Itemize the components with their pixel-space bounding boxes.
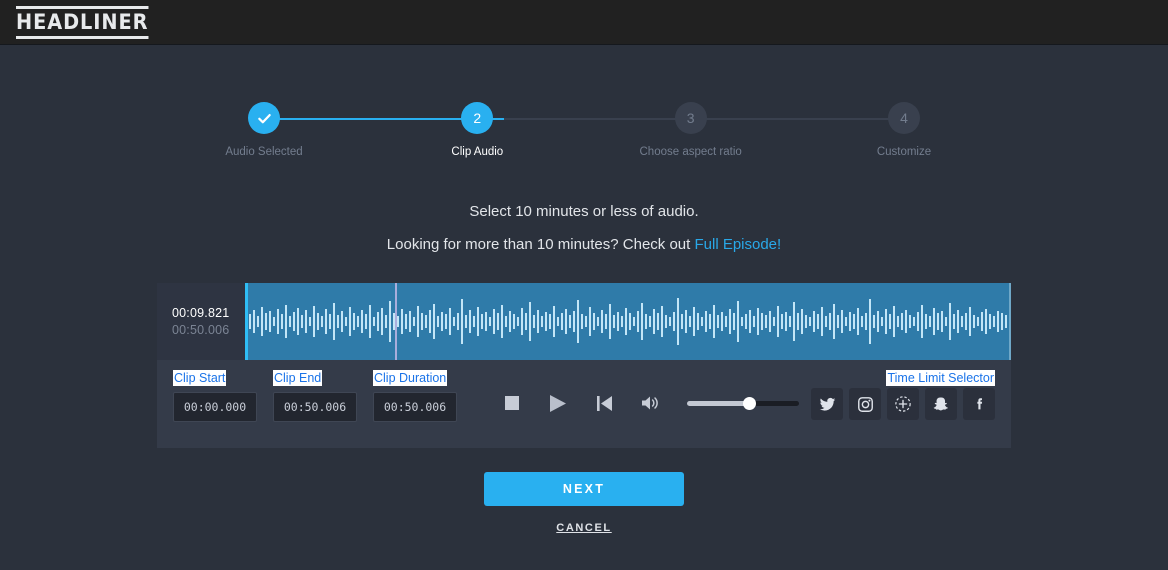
- step-choose-aspect-ratio[interactable]: 3 Choose aspect ratio: [631, 97, 751, 167]
- instructions: Select 10 minutes or less of audio. Look…: [0, 203, 1168, 253]
- volume-slider[interactable]: [687, 396, 799, 410]
- clip-end-input[interactable]: 00:50.006: [273, 392, 357, 422]
- step-4-label: Customize: [876, 146, 932, 158]
- time-limit-twitter-button[interactable]: [811, 388, 843, 420]
- step-2-label: Clip Audio: [451, 146, 504, 158]
- time-limit-snapchat-button[interactable]: [925, 388, 957, 420]
- clip-duration-label: Clip Duration: [373, 370, 448, 386]
- time-limit-custom-button[interactable]: [887, 388, 919, 420]
- editor-controls: Clip Start Clip End Clip Duration Time L…: [157, 360, 1011, 448]
- snapchat-icon: [933, 397, 948, 410]
- step-1-marker: [248, 102, 280, 134]
- check-icon: [257, 113, 271, 123]
- play-icon: [550, 394, 566, 412]
- progress-stepper: Audio Selected 2 Clip Audio 3 Choose asp…: [204, 97, 964, 167]
- facebook-icon: [976, 397, 982, 409]
- custom-duration-icon: [895, 396, 911, 412]
- step-4-marker: 4: [887, 102, 920, 134]
- instruction-primary: Select 10 minutes or less of audio.: [469, 203, 699, 220]
- twitter-icon: [819, 397, 835, 411]
- current-time: 00:09.821: [172, 306, 230, 320]
- step-3-label: Choose aspect ratio: [639, 146, 742, 158]
- volume-slider-fill: [687, 400, 749, 406]
- step-customize[interactable]: 4 Customize: [844, 97, 964, 167]
- time-limit-instagram-button[interactable]: [849, 388, 881, 420]
- full-episode-link[interactable]: Full Episode!: [694, 236, 781, 253]
- step-2-marker: 2: [461, 102, 494, 134]
- clip-duration-input[interactable]: 00:50.006: [373, 392, 457, 422]
- time-limit-selector-options: [811, 388, 995, 420]
- wizard-footer: NEXT CANCEL: [0, 472, 1168, 536]
- time-limit-selector-label: Time Limit Selector: [886, 370, 995, 386]
- step-clip-audio[interactable]: 2 Clip Audio: [417, 97, 537, 167]
- instruction-secondary: Looking for more than 10 minutes? Check …: [0, 236, 1168, 253]
- time-readout: 00:09.821 00:50.006: [157, 283, 245, 360]
- clip-start-input[interactable]: 00:00.000: [173, 392, 257, 422]
- instruction-secondary-text: Looking for more than 10 minutes? Check …: [386, 236, 695, 253]
- step-3-marker: 3: [674, 102, 707, 134]
- cancel-button[interactable]: CANCEL: [556, 522, 611, 534]
- waveform-graphic: [249, 298, 1007, 345]
- time-fields-row: 00:00.000 00:50.006 00:50.006: [173, 392, 457, 422]
- stop-icon: [505, 396, 519, 410]
- clip-start-label: Clip Start: [173, 370, 227, 386]
- volume-icon: [641, 396, 658, 410]
- skip-to-start-button[interactable]: [591, 390, 617, 416]
- skip-to-start-icon: [596, 395, 612, 411]
- audio-editor-panel: 00:09.821 00:50.006 Clip Start Clip End …: [157, 283, 1011, 448]
- headliner-logo[interactable]: HEADLINER: [16, 5, 149, 39]
- play-button[interactable]: [545, 390, 571, 416]
- clip-end-label: Clip End: [273, 370, 323, 386]
- time-limit-facebook-button[interactable]: [963, 388, 995, 420]
- field-labels-row: Clip Start Clip End Clip Duration Time L…: [173, 370, 995, 388]
- selection-handle-right[interactable]: [1009, 283, 1011, 360]
- volume-button[interactable]: [637, 390, 663, 416]
- stop-button[interactable]: [499, 390, 525, 416]
- volume-slider-handle[interactable]: [742, 396, 756, 410]
- total-time: 00:50.006: [172, 323, 230, 337]
- step-1-label: Audio Selected: [225, 146, 303, 158]
- selection-handle-left[interactable]: [245, 283, 248, 360]
- instagram-icon: [857, 396, 873, 412]
- transport-controls: [499, 390, 799, 416]
- playhead-marker[interactable]: [395, 283, 397, 360]
- step-audio-selected[interactable]: Audio Selected: [204, 97, 324, 167]
- next-button[interactable]: NEXT: [484, 472, 684, 506]
- app-header: HEADLINER: [0, 0, 1168, 45]
- waveform-track[interactable]: [245, 283, 1011, 360]
- waveform-row: 00:09.821 00:50.006: [157, 283, 1011, 360]
